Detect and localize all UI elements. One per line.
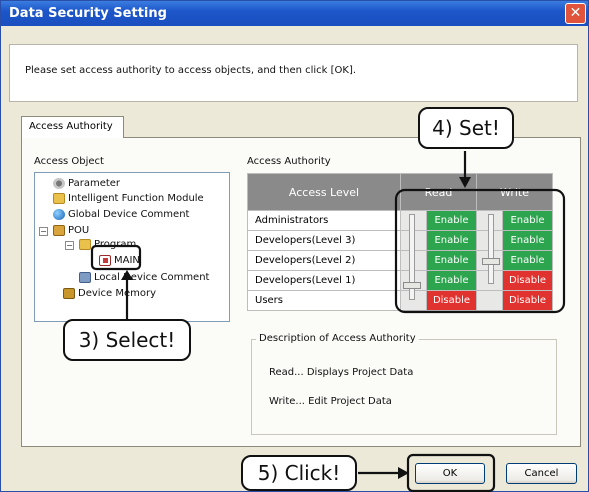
tree-item-label: Global Device Comment — [68, 209, 190, 220]
globe-icon — [53, 209, 65, 220]
cancel-button[interactable]: Cancel — [506, 463, 577, 484]
write-cell: Enable — [502, 230, 553, 251]
column-header-read: Read — [400, 173, 477, 211]
access-authority-label: Access Authority — [247, 156, 331, 167]
tree-item-program[interactable]: Program — [79, 239, 136, 250]
access-object-label: Access Object — [34, 156, 104, 167]
tree-item-parameter[interactable]: Parameter — [53, 178, 120, 189]
tree-item-label: MAIN — [114, 255, 140, 266]
data-security-setting-dialog: Data Security Setting ✕ Please set acces… — [0, 0, 589, 492]
tree-item-global-device-comment[interactable]: Global Device Comment — [53, 209, 189, 220]
access-authority-table: Access Level Read Write Administrators E… — [247, 173, 553, 311]
row-level: Developers(Level 1) — [247, 270, 401, 291]
table-header-row: Access Level Read Write — [247, 173, 553, 211]
write-slider-track[interactable] — [488, 214, 494, 284]
description-title: Description of Access Authority — [256, 333, 419, 344]
program-icon — [99, 255, 111, 266]
tree-item-label: Intelligent Function Module — [68, 193, 204, 204]
table-row: Developers(Level 1) Enable Disable — [247, 270, 553, 291]
callout-click: 5) Click! — [241, 455, 357, 491]
instruction-text: Please set access authority to access ob… — [25, 65, 357, 76]
read-cell: Enable — [426, 230, 477, 251]
row-level: Developers(Level 3) — [247, 230, 401, 251]
tree-item-intelligent-function-module[interactable]: Intelligent Function Module — [53, 193, 204, 204]
program-expander-icon[interactable]: − — [65, 241, 74, 250]
pou-expander-icon[interactable]: − — [39, 227, 48, 236]
read-cell: Enable — [426, 270, 477, 291]
gear-icon — [53, 178, 65, 189]
access-object-tree: Parameter Intelligent Function Module Gl… — [34, 172, 230, 322]
read-cell: Enable — [426, 250, 477, 271]
window-title: Data Security Setting — [9, 6, 167, 21]
folder-icon — [53, 193, 65, 204]
callout-set: 4) Set! — [418, 107, 514, 149]
write-cell: Enable — [502, 210, 553, 231]
callout-select: 3) Select! — [63, 319, 191, 361]
description-read: Read... Displays Project Data — [269, 367, 414, 378]
doc-icon — [79, 272, 91, 283]
read-cell: Enable — [426, 210, 477, 231]
title-bar: Data Security Setting ✕ — [1, 1, 588, 26]
write-slider-thumb[interactable] — [482, 258, 500, 265]
tab-access-authority[interactable]: Access Authority — [21, 116, 124, 138]
description-write: Write... Edit Project Data — [269, 396, 392, 407]
tree-item-device-memory[interactable]: Device Memory — [63, 288, 156, 299]
description-group — [251, 339, 557, 435]
table-row: Administrators Enable Enable — [247, 210, 553, 231]
tree-item-local-device-comment[interactable]: Local Device Comment — [79, 272, 209, 283]
close-icon[interactable]: ✕ — [565, 3, 586, 24]
write-cell: Disable — [502, 270, 553, 291]
write-cell: Disable — [502, 290, 553, 311]
table-row: Developers(Level 3) Enable Enable — [247, 230, 553, 251]
tree-item-label: POU — [68, 225, 90, 236]
memory-icon — [63, 288, 75, 299]
column-header-access-level: Access Level — [247, 173, 401, 211]
folder-icon — [79, 239, 91, 250]
write-cell: Enable — [502, 250, 553, 271]
ok-button[interactable]: OK — [415, 463, 485, 484]
tree-item-label: Parameter — [68, 178, 121, 189]
table-row: Developers(Level 2) Enable Enable — [247, 250, 553, 271]
column-header-write: Write — [476, 173, 553, 211]
row-level: Administrators — [247, 210, 401, 231]
row-level: Users — [247, 290, 401, 311]
tree-item-label: Program — [94, 239, 137, 250]
pou-icon — [53, 225, 65, 236]
tree-item-main[interactable]: MAIN — [99, 255, 140, 266]
table-row: Users Disable Disable — [247, 290, 553, 311]
tree-item-label: Device Memory — [78, 288, 157, 299]
write-slider-slot — [476, 290, 503, 311]
row-level: Developers(Level 2) — [247, 250, 401, 271]
tree-item-pou[interactable]: POU — [53, 225, 89, 236]
read-slider-thumb[interactable] — [403, 282, 421, 289]
read-cell: Disable — [426, 290, 477, 311]
tree-item-label: Local Device Comment — [94, 272, 210, 283]
